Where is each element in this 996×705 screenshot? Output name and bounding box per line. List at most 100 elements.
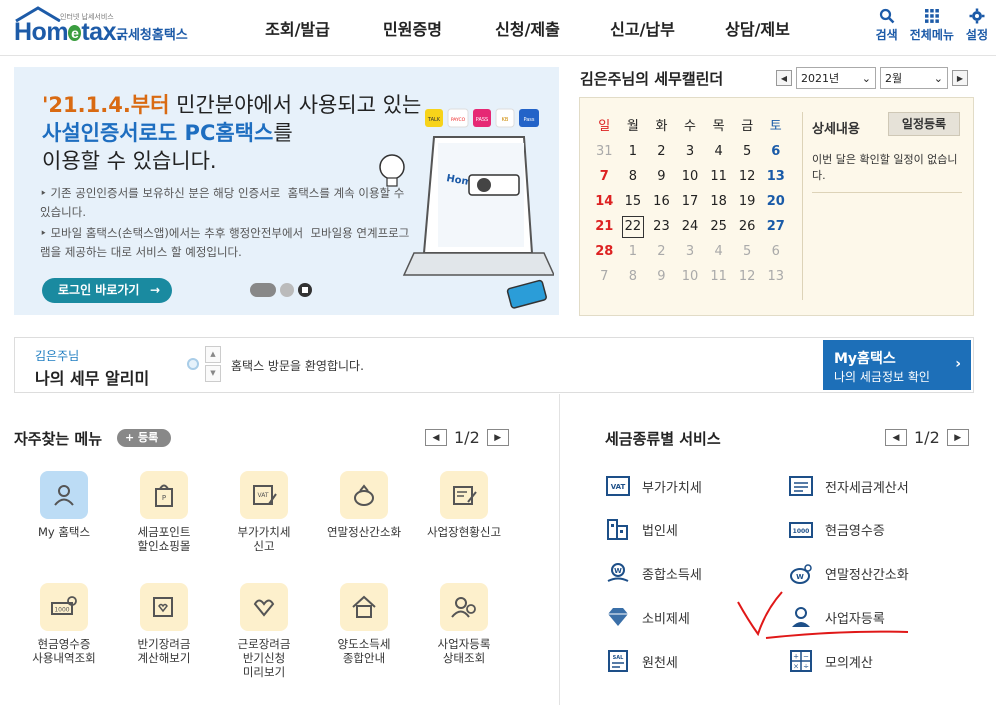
calendar-next-button[interactable]: ▶ — [952, 70, 968, 86]
fav-tax-point-mall[interactable]: P 세금포인트 할인쇼핑몰 — [114, 471, 214, 553]
calendar-day[interactable]: 5 — [733, 239, 762, 264]
calendar-day[interactable]: 22 — [619, 214, 648, 239]
calendar-day[interactable]: 2 — [647, 139, 676, 164]
fav-vat-filing[interactable]: VAT 부가가치세 신고 — [214, 471, 314, 553]
building-icon — [607, 519, 628, 540]
calendar-day[interactable]: 9 — [647, 164, 676, 189]
calendar-day[interactable]: 26 — [733, 214, 762, 239]
notice-message[interactable]: 홈택스 방문을 환영합니다. — [231, 357, 364, 374]
tax-withholding[interactable]: SAL 원천세 — [606, 649, 678, 673]
nav-certificate[interactable]: 민원증명 — [355, 0, 470, 56]
calendar-day[interactable]: 23 — [647, 214, 676, 239]
hometax-logo[interactable]: 인터넷 납세서비스 Hom e tax. 국세청홈택스 — [14, 6, 204, 50]
tax-e-invoice[interactable]: 전자세금계산서 — [789, 474, 909, 498]
calendar-day[interactable]: 11 — [704, 264, 733, 289]
search-button[interactable]: 검색 — [876, 8, 898, 43]
notice-up-button[interactable]: ▲ — [205, 346, 221, 363]
tax-business-registration[interactable]: 사업자등록 — [789, 605, 885, 629]
calendar-day[interactable]: 13 — [761, 264, 790, 289]
nav-consult[interactable]: 상담/제보 — [700, 0, 815, 56]
fav-semi-annual-incentive-calc[interactable]: 반기장려금 계산해보기 — [114, 583, 214, 665]
svg-text:SAL: SAL — [613, 655, 624, 661]
grid-icon — [924, 9, 939, 23]
add-schedule-button[interactable]: 일정등록 — [888, 112, 960, 136]
calendar-day[interactable]: 1 — [619, 139, 648, 164]
tax-services-prev-button[interactable]: ◀ — [885, 429, 907, 446]
nav-inquiry[interactable]: 조회/발급 — [240, 0, 355, 56]
calendar-day[interactable]: 8 — [619, 264, 648, 289]
calendar-day[interactable]: 1 — [619, 239, 648, 264]
calendar-day[interactable]: 31 — [590, 139, 619, 164]
my-hometax-button[interactable]: My홈택스 나의 세금정보 확인 › — [823, 340, 971, 390]
fav-cash-receipt-inquiry[interactable]: 1000 현금영수증 사용내역조회 — [14, 583, 114, 665]
calendar-day[interactable]: 6 — [761, 139, 790, 164]
calendar-day[interactable]: 11 — [704, 164, 733, 189]
calendar-prev-button[interactable]: ◀ — [776, 70, 792, 86]
calendar-day[interactable]: 2 — [647, 239, 676, 264]
nav-filing[interactable]: 신고/납부 — [585, 0, 700, 56]
calendar-day[interactable]: 12 — [733, 164, 762, 189]
tax-vat[interactable]: VAT 부가가치세 — [606, 474, 702, 498]
all-menu-button[interactable]: 전체메뉴 — [910, 8, 954, 43]
calendar-day[interactable]: 9 — [647, 264, 676, 289]
year-select[interactable]: 2021년 ⌄ — [796, 67, 876, 89]
fav-work-incentive-preview[interactable]: 근로장려금 반기신청 미리보기 — [214, 583, 314, 679]
calendar-day[interactable]: 25 — [704, 214, 733, 239]
chevron-down-icon: ⌄ — [933, 71, 943, 85]
calendar-day[interactable]: 24 — [676, 214, 705, 239]
calendar-day[interactable]: 4 — [704, 239, 733, 264]
tax-consumption[interactable]: 소비제세 — [606, 605, 690, 629]
calendar-day[interactable]: 8 — [619, 164, 648, 189]
favorites-prev-button[interactable]: ◀ — [425, 429, 447, 446]
calendar-day[interactable]: 19 — [733, 189, 762, 214]
fav-business-registration-status[interactable]: 사업자등록 상태조회 — [414, 583, 514, 665]
fav-my-hometax[interactable]: My 홈택스 — [14, 471, 114, 539]
month-select[interactable]: 2월 ⌄ — [880, 67, 948, 89]
calendar-day[interactable]: 7 — [590, 264, 619, 289]
login-shortcut-button[interactable]: 로그인 바로가기 → — [42, 278, 172, 303]
calendar-day[interactable]: 16 — [647, 189, 676, 214]
calendar-day[interactable]: 12 — [733, 264, 762, 289]
calendar-day[interactable]: 7 — [590, 164, 619, 189]
notice-down-button[interactable]: ▼ — [205, 365, 221, 382]
calendar-day[interactable]: 20 — [761, 189, 790, 214]
pause-icon[interactable] — [298, 283, 312, 297]
chevron-down-icon: ⌄ — [861, 71, 871, 85]
calendar-today[interactable]: 22 — [621, 216, 644, 238]
calendar-weekday-row: 일월 화 수 목 금토 — [590, 114, 790, 139]
calendar-day[interactable]: 27 — [761, 214, 790, 239]
nav-application[interactable]: 신청/제출 — [470, 0, 585, 56]
calendar-day[interactable]: 21 — [590, 214, 619, 239]
favorites-next-button[interactable]: ▶ — [486, 429, 509, 446]
calendar-day[interactable]: 5 — [733, 139, 762, 164]
calendar-day[interactable]: 13 — [761, 164, 790, 189]
promo-banner[interactable]: '21.1.4.부터 민간분야에서 사용되고 있는 사설인증서로도 PC홈택스를… — [14, 67, 559, 315]
calendar-day[interactable]: 3 — [676, 239, 705, 264]
slide-indicator[interactable] — [280, 283, 294, 297]
tax-year-end-settlement[interactable]: W 연말정산간소화 — [789, 561, 909, 585]
tax-income[interactable]: W 종합소득세 — [606, 561, 702, 585]
tax-services-next-button[interactable]: ▶ — [946, 429, 969, 446]
settings-button[interactable]: 설정 — [966, 8, 988, 43]
fav-year-end-settlement[interactable]: 연말정산간소화 — [314, 471, 414, 539]
tax-cash-receipt[interactable]: 1000 현금영수증 — [789, 517, 885, 541]
calendar-day[interactable]: 6 — [761, 239, 790, 264]
favorites-add-button[interactable]: + 등록 — [117, 429, 171, 447]
calendar-day[interactable]: 10 — [676, 264, 705, 289]
calendar-day[interactable]: 3 — [676, 139, 705, 164]
favorites-pager: ◀ 1/2 ▶ — [425, 428, 509, 447]
calendar-day[interactable]: 28 — [590, 239, 619, 264]
calendar-day[interactable]: 4 — [704, 139, 733, 164]
fav-business-status-report[interactable]: 사업장현황신고 — [414, 471, 514, 539]
tax-mock-calculation[interactable]: + − × ÷ 모의계산 — [789, 649, 873, 673]
calendar-day[interactable]: 14 — [590, 189, 619, 214]
tax-corporate[interactable]: 법인세 — [606, 517, 678, 541]
fav-capital-gains-guide[interactable]: 양도소득세 종합안내 — [314, 583, 414, 665]
calendar-day[interactable]: 17 — [676, 189, 705, 214]
calendar-week-row: 14 15 16 17 18 19 20 — [590, 189, 790, 214]
slide-indicator-active[interactable] — [250, 283, 276, 297]
badge-kb: KB — [502, 117, 509, 123]
calendar-day[interactable]: 10 — [676, 164, 705, 189]
calendar-day[interactable]: 18 — [704, 189, 733, 214]
calendar-day[interactable]: 15 — [619, 189, 648, 214]
